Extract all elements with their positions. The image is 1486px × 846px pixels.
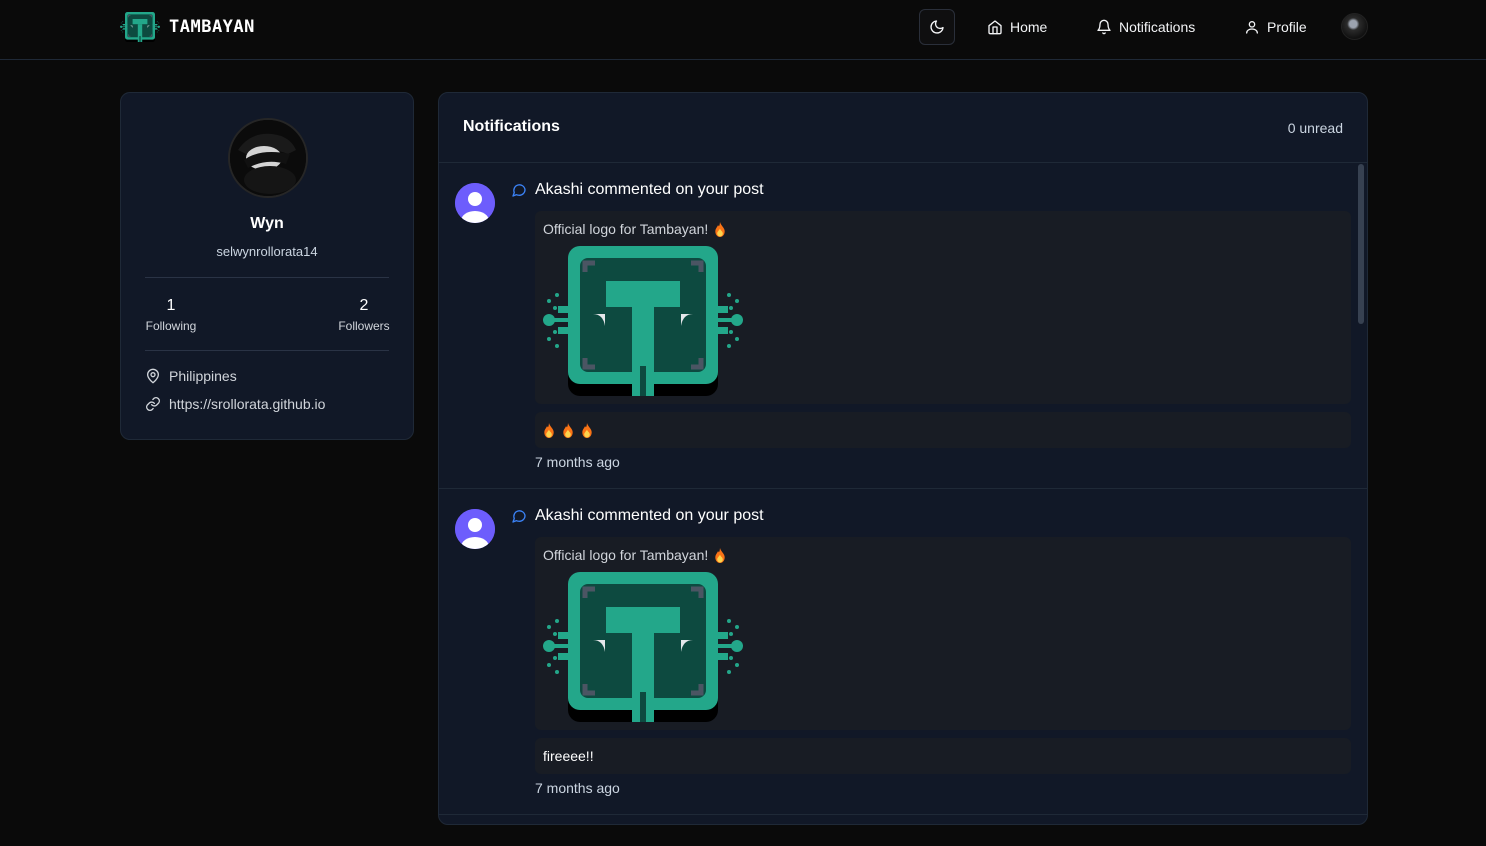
moon-icon [930, 20, 944, 34]
unread-count: 0 unread [1287, 120, 1343, 136]
comment-content: fireeee!! [535, 738, 1351, 774]
link-icon [146, 397, 160, 411]
notification-title[interactable]: Akashi commented on your post [535, 507, 764, 525]
location-row: Philippines [145, 368, 237, 384]
profile-card: Wyn selwynrollorata14 1 Following 2 Foll… [120, 92, 414, 440]
brand-name: TAMBAYAN [169, 17, 255, 37]
bell-icon [1097, 19, 1111, 35]
profile-name: Wyn [250, 215, 284, 232]
notification-title-row: Akashi commented on your post [511, 181, 764, 199]
notifications-panel: Notifications 0 unread Akashi commented … [438, 92, 1368, 825]
home-icon [988, 20, 1002, 35]
location-text: Philippines [169, 368, 237, 384]
profile-divider-bottom [145, 350, 389, 351]
fire-icon [714, 548, 726, 563]
notifications-header: Notifications 0 unread [439, 93, 1367, 163]
website-row: https://srollorata.github.io [145, 396, 325, 412]
message-circle-icon [512, 510, 526, 523]
profile-photo [230, 120, 306, 196]
profile-divider-top [145, 277, 389, 278]
tambayan-logo-icon [120, 11, 160, 43]
notifications-scrollbar[interactable] [1358, 164, 1364, 324]
map-pin-icon [147, 368, 159, 384]
website-link[interactable]: https://srollorata.github.io [169, 396, 325, 412]
followers-stat[interactable]: 2 Followers [337, 296, 391, 333]
user-menu-avatar[interactable] [1341, 13, 1368, 40]
post-text: Official logo for Tambayan! [543, 221, 709, 237]
user-placeholder-icon [455, 183, 495, 223]
commenter-avatar[interactable] [455, 509, 495, 549]
post-preview[interactable]: Official logo for Tambayan! [535, 211, 1351, 404]
followers-count: 2 [359, 297, 369, 314]
post-text: Official logo for Tambayan! [543, 547, 709, 563]
commenter-avatar[interactable] [455, 183, 495, 223]
nav-home-label: Home [1010, 19, 1048, 35]
notifications-title: Notifications [463, 118, 560, 135]
following-label: Following [145, 319, 197, 333]
post-text-row: Official logo for Tambayan! [543, 221, 726, 237]
comment-text: fireeee!! [543, 748, 594, 764]
nav-profile-label: Profile [1267, 19, 1307, 35]
nav-home-link[interactable]: Home [987, 16, 1047, 38]
top-navbar: TAMBAYAN Home Notifications Profile [0, 0, 1486, 60]
fire-reactions [543, 423, 593, 438]
post-text-row: Official logo for Tambayan! [543, 547, 726, 563]
post-image-tambayan-logo [543, 572, 743, 722]
nav-notifications-label: Notifications [1119, 19, 1196, 35]
profile-avatar[interactable] [228, 118, 308, 198]
fire-icon [562, 423, 574, 438]
fire-icon [543, 423, 555, 438]
user-placeholder-icon [455, 509, 495, 549]
notification-title-row: Akashi commented on your post [511, 507, 764, 525]
fire-icon [714, 222, 726, 237]
notifications-list[interactable]: Akashi commented on your post Official l… [439, 163, 1367, 824]
comment-content: 🔥🔥🔥 [535, 412, 1351, 448]
following-stat[interactable]: 1 Following [145, 296, 197, 333]
notification-item[interactable]: Akashi commented on your post Official l… [439, 489, 1367, 815]
notification-time: 7 months ago [535, 454, 620, 470]
followers-label: Followers [338, 319, 390, 333]
brand-home-link[interactable]: TAMBAYAN [120, 11, 255, 43]
post-image-tambayan-logo [543, 246, 743, 396]
message-circle-icon [512, 184, 526, 197]
notification-time: 7 months ago [535, 780, 620, 796]
user-icon [1246, 21, 1258, 34]
notification-item[interactable]: Akashi commented on your post Official l… [439, 163, 1367, 489]
fire-icon [581, 423, 593, 438]
post-preview[interactable]: Official logo for Tambayan! [535, 537, 1351, 730]
nav-notifications-link[interactable]: Notifications [1096, 16, 1195, 38]
theme-toggle-button[interactable] [919, 9, 955, 45]
following-count: 1 [166, 297, 176, 314]
nav-profile-link[interactable]: Profile [1244, 16, 1307, 38]
profile-username: selwynrollorata14 [216, 244, 318, 259]
notification-title[interactable]: Akashi commented on your post [535, 181, 764, 199]
